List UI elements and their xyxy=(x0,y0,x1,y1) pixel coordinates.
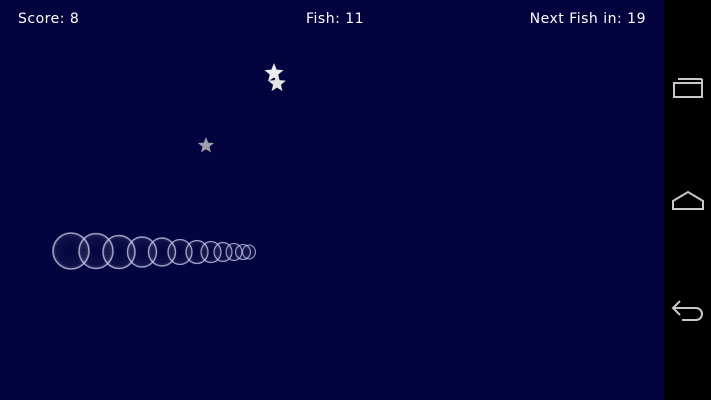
star-icon xyxy=(264,63,284,82)
playfield xyxy=(52,63,286,270)
game-area[interactable]: Score: 8 Fish: 11 Next Fish in: 19 xyxy=(0,0,664,400)
home-icon xyxy=(671,190,704,210)
trail-ring xyxy=(242,244,256,260)
home-button[interactable] xyxy=(664,170,711,230)
back-button[interactable] xyxy=(664,280,711,340)
recent-apps-icon xyxy=(672,78,703,98)
star-icon xyxy=(197,137,215,153)
recent-apps-button[interactable] xyxy=(664,58,711,118)
fish-trail xyxy=(52,232,256,270)
navigation-bar xyxy=(664,0,711,400)
device-screen: Score: 8 Fish: 11 Next Fish in: 19 xyxy=(0,0,711,400)
back-icon xyxy=(671,300,703,321)
